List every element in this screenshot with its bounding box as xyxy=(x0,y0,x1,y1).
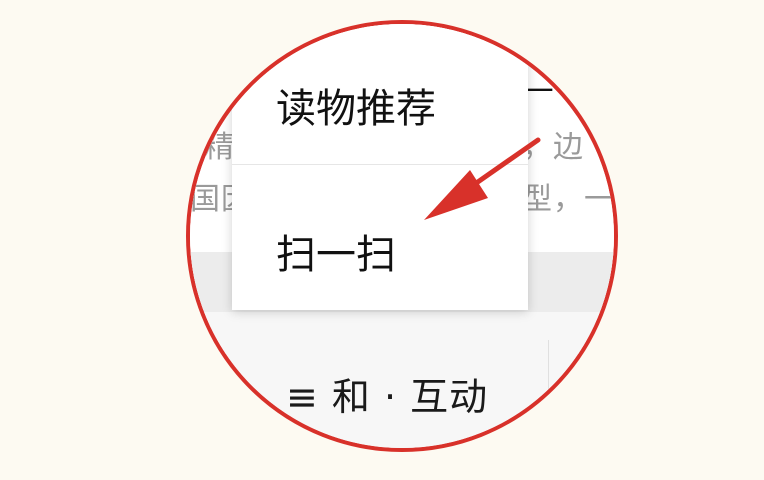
background-text-row-2-right: 型，一 xyxy=(522,182,615,217)
background-text-row-1-right: ，边 xyxy=(522,130,584,165)
background-text-row-1-left: 精 xyxy=(204,130,235,165)
toolbar-divider xyxy=(548,340,549,410)
menu-item-reading-recommendations[interactable]: 读物推荐 xyxy=(276,76,436,134)
menu-item-scan[interactable]: 扫一扫 xyxy=(276,222,396,280)
zoom-magnifier-circle: — 精 ，边 国因 型，一 ≡ 和 · 互动 读物推荐 扫一扫 xyxy=(186,20,618,452)
bottom-toolbar-label[interactable]: ≡ 和 · 互动 xyxy=(286,366,488,421)
menu-divider xyxy=(232,164,528,165)
popup-menu: 读物推荐 扫一扫 xyxy=(232,24,528,310)
